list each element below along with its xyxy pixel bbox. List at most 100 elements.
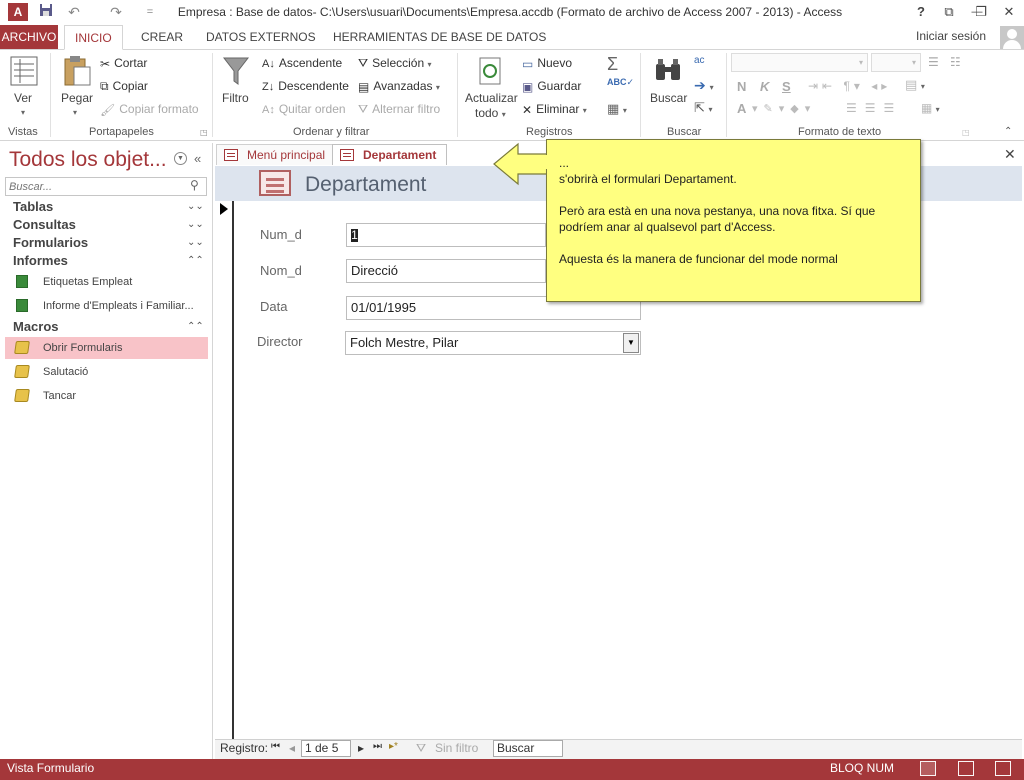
doc-tab-menu-principal[interactable]: Menú principal — [216, 144, 337, 165]
new-record-icon[interactable]: ▸* — [389, 741, 398, 752]
guardar-button[interactable]: ▣ Guardar — [522, 79, 581, 94]
quitar-orden-button[interactable]: A↕ Quitar orden — [262, 102, 346, 116]
design-view-icon[interactable] — [995, 761, 1011, 776]
collapse-ribbon-icon[interactable]: ⌃ — [1004, 126, 1012, 137]
nuevo-button[interactable]: ▭ Nuevo — [522, 56, 572, 71]
actualizar-button[interactable]: Actualizar — [465, 91, 518, 105]
first-record-icon[interactable]: ⏮ — [271, 741, 280, 752]
tab-datos-externos[interactable]: DATOS EXTERNOS — [196, 25, 326, 50]
alt-row-color-icon[interactable]: ▦ ▾ — [921, 101, 940, 115]
access-app-icon[interactable]: A — [8, 3, 28, 21]
spelling-icon[interactable]: ABC✓ — [607, 77, 634, 88]
font-color-button[interactable]: A — [737, 101, 746, 116]
buscar-button[interactable]: Buscar — [650, 91, 687, 105]
pegar-dropdown-icon[interactable]: ▾ — [73, 108, 77, 117]
alternar-filtro-button[interactable]: ⛛ Alternar filtro — [358, 102, 440, 117]
nav-item-macro[interactable]: Salutació — [5, 361, 208, 383]
copiar-formato-button[interactable]: 🖌 Copiar formato — [100, 102, 199, 117]
nav-group-formularios[interactable]: Formularios — [13, 235, 88, 250]
num-d-field[interactable]: 1 — [346, 223, 546, 247]
replace-icon[interactable]: ac — [694, 55, 705, 66]
indent-icons[interactable]: ⇥⇤ ¶▾ ◂▸ — [808, 79, 891, 93]
underline-button[interactable]: S — [782, 79, 791, 94]
eliminar-button[interactable]: ✕ Eliminar ▾ — [522, 102, 587, 117]
next-record-icon[interactable]: ▸ — [358, 741, 364, 755]
doc-tab-departament[interactable]: Departament — [332, 144, 448, 165]
copiar-label: Copiar — [112, 79, 148, 93]
expand-chevron-icon[interactable]: ⌄⌄ — [187, 219, 204, 230]
ascendente-button[interactable]: A↓ Ascendente — [262, 56, 342, 70]
nav-group-macros[interactable]: Macros — [13, 319, 59, 334]
no-filter-icon[interactable]: ⛛ — [416, 741, 426, 756]
copiar-button[interactable]: ⧉ Copiar — [100, 79, 148, 94]
filtro-button[interactable]: Filtro — [222, 91, 249, 105]
font-name-combo[interactable]: ▾ — [731, 53, 868, 72]
undo-icon[interactable]: ↶ — [64, 3, 84, 21]
align-icons[interactable]: ☰☰☰ — [846, 101, 902, 115]
save-icon[interactable] — [36, 3, 56, 21]
nav-pane-title[interactable]: Todos los objet... — [9, 148, 167, 172]
highlight-icons[interactable]: ▾✎▾◆▾ — [752, 102, 816, 115]
goto-icon[interactable]: ➔ ▾ — [694, 77, 714, 94]
director-label: Director — [257, 334, 303, 349]
dialog-launcher-icon[interactable]: ◳ — [200, 128, 208, 137]
descendente-button[interactable]: Z↓ Descendente — [262, 79, 349, 93]
nav-menu-chevron-icon[interactable]: ▼ — [174, 152, 187, 165]
cortar-button[interactable]: ✂ Cortar — [100, 56, 147, 71]
redo-icon[interactable]: ↷ — [106, 3, 126, 21]
expand-chevron-icon[interactable]: ⌄⌄ — [187, 237, 204, 248]
ver-dropdown-icon[interactable]: ▾ — [21, 108, 25, 117]
ribbon-display-options-button[interactable]: ⧉ — [936, 2, 962, 22]
nav-item-macro[interactable]: Tancar — [5, 385, 208, 407]
last-record-icon[interactable]: ⏭ — [373, 741, 382, 752]
tab-crear[interactable]: CREAR — [131, 25, 193, 50]
pegar-button[interactable]: Pegar — [61, 91, 93, 105]
totals-icon[interactable]: Σ — [607, 54, 618, 75]
actualizar-todo-label[interactable]: todo ▾ — [475, 106, 506, 120]
numbering-icon[interactable]: ☷ — [950, 55, 961, 69]
nom-d-field[interactable]: Direcció — [346, 259, 546, 283]
nav-group-informes[interactable]: Informes — [13, 253, 68, 268]
select-icon[interactable]: ⇱ ▾ — [694, 100, 713, 116]
expand-chevron-icon[interactable]: ⌄⌄ — [187, 201, 204, 212]
tab-inicio[interactable]: INICIO — [64, 25, 123, 50]
nav-search-input[interactable] — [6, 178, 186, 195]
record-position-input[interactable]: 1 de 5 — [301, 740, 351, 757]
nav-group-consultas[interactable]: Consultas — [13, 217, 76, 232]
form-icon — [224, 149, 238, 161]
tab-archivo[interactable]: ARCHIVO — [0, 25, 58, 49]
close-document-icon[interactable]: ✕ — [1004, 146, 1016, 163]
record-search-input[interactable]: Buscar — [493, 740, 563, 757]
bullets-icon[interactable]: ☰ — [928, 55, 939, 69]
seleccion-button[interactable]: ⛛ Selección ▾ — [358, 56, 431, 71]
collapse-chevron-icon[interactable]: ⌃⌃ — [187, 321, 204, 332]
nav-item-report[interactable]: Etiquetas Empleat — [5, 271, 208, 293]
sign-in-link[interactable]: Iniciar sesión — [916, 29, 986, 43]
maximize-button[interactable]: ❐ — [968, 2, 994, 22]
avanzadas-button[interactable]: ▤ Avanzadas ▾ — [358, 79, 440, 94]
italic-button[interactable]: K — [760, 79, 769, 94]
director-combo[interactable]: Folch Mestre, Pilar — [345, 331, 641, 355]
search-icon[interactable]: ⚲ — [190, 178, 199, 192]
help-button[interactable]: ? — [908, 2, 934, 22]
bold-button[interactable]: N — [737, 79, 746, 94]
form-view-icon[interactable] — [920, 761, 936, 776]
collapse-nav-icon[interactable]: « — [194, 151, 201, 166]
nav-item-macro[interactable]: Obrir Formularis — [5, 337, 208, 359]
font-size-combo[interactable]: ▾ — [871, 53, 921, 72]
combo-dropdown-icon[interactable]: ▼ — [623, 333, 639, 353]
gridlines-icon[interactable]: ▤ ▾ — [905, 77, 925, 93]
nav-item-report[interactable]: Informe d'Empleats i Familiar... — [5, 295, 208, 317]
tab-herramientas[interactable]: HERRAMIENTAS DE BASE DE DATOS — [323, 25, 556, 50]
prev-record-icon[interactable]: ◂ — [289, 741, 295, 755]
todo-label: todo — [475, 106, 499, 120]
collapse-chevron-icon[interactable]: ⌃⌃ — [187, 255, 204, 266]
dialog-launcher-icon[interactable]: ◳ — [962, 128, 970, 137]
close-button[interactable]: ✕ — [996, 2, 1022, 22]
ver-button[interactable]: Ver — [14, 91, 32, 105]
layout-view-icon[interactable] — [958, 761, 974, 776]
no-filter-label[interactable]: Sin filtro — [435, 741, 478, 755]
record-selector[interactable] — [215, 201, 234, 739]
more-icon[interactable]: ▦ ▾ — [607, 101, 627, 117]
nav-group-tablas[interactable]: Tablas — [13, 199, 53, 214]
